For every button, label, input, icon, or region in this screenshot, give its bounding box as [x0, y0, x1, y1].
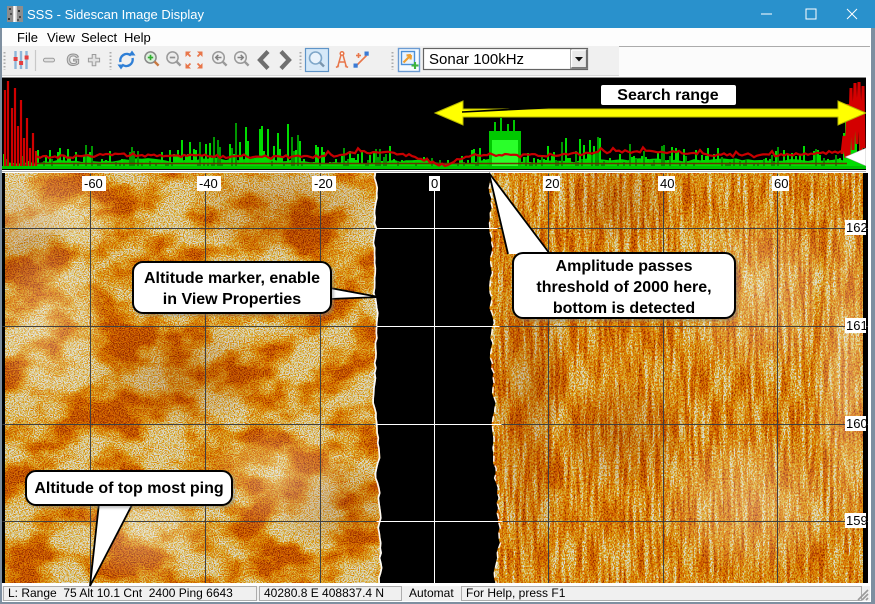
svg-text:161: 161 — [846, 318, 868, 333]
svg-text:60: 60 — [774, 176, 788, 191]
svg-text:Sonar 100kHz: Sonar 100kHz — [429, 51, 524, 68]
svg-text:-40: -40 — [199, 176, 218, 191]
svg-text:40: 40 — [660, 176, 674, 191]
svg-text:-20: -20 — [314, 176, 333, 191]
svg-text:160: 160 — [846, 416, 868, 431]
svg-text:G: G — [67, 51, 80, 70]
svg-text:159: 159 — [846, 513, 868, 528]
svg-text:20: 20 — [545, 176, 559, 191]
svg-text:-60: -60 — [84, 176, 103, 191]
svg-text:0: 0 — [431, 176, 438, 191]
svg-text:162: 162 — [846, 220, 868, 235]
